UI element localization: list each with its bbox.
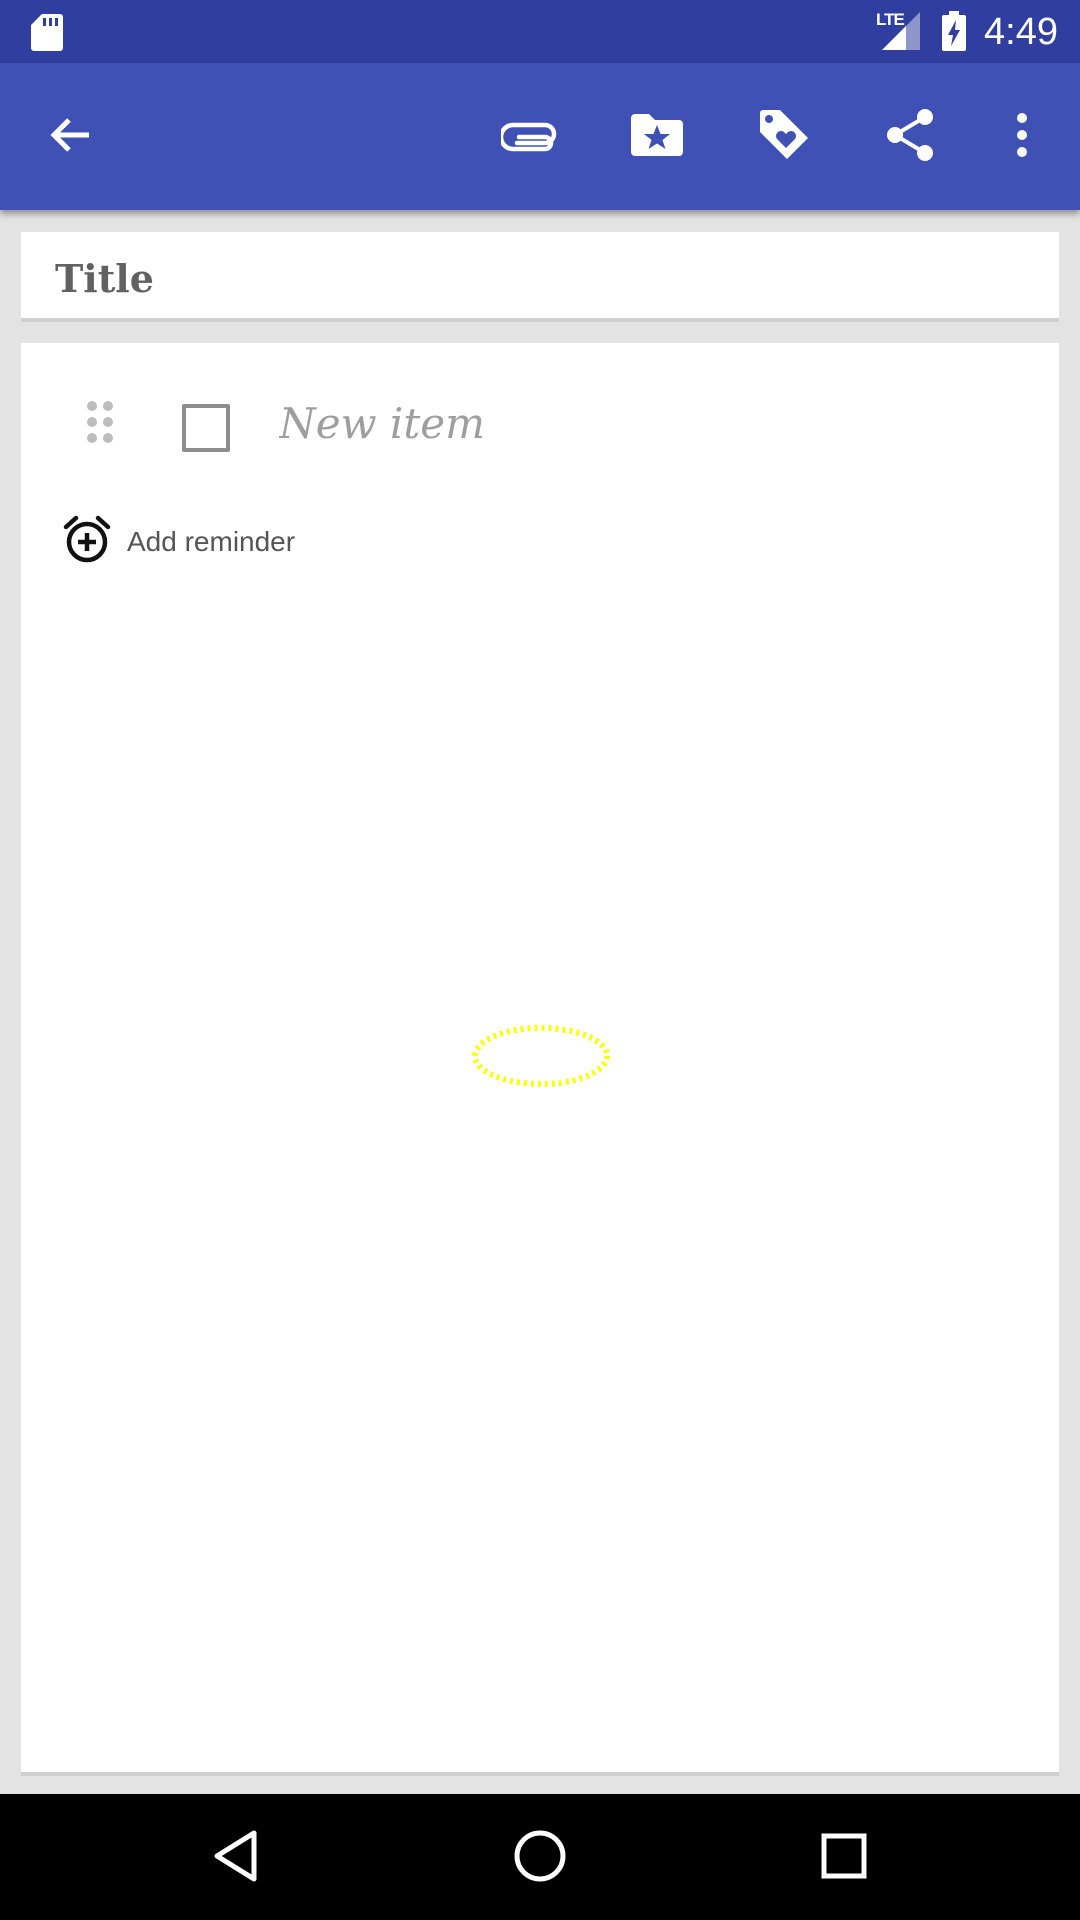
add-reminder-button[interactable]: Add reminder (63, 515, 295, 569)
folder-star-icon (629, 112, 685, 163)
touch-indicator (470, 1021, 612, 1096)
title-card (21, 232, 1059, 322)
nav-home-button[interactable] (504, 1822, 576, 1894)
system-nav-bar (0, 1794, 1080, 1920)
status-bar: LTE 4:49 (0, 0, 1080, 63)
tag-heart-icon (756, 107, 812, 168)
signal-icon (880, 10, 922, 57)
recents-square-icon (820, 1832, 868, 1885)
nav-back-button[interactable] (200, 1822, 272, 1894)
attach-button[interactable] (494, 101, 566, 173)
status-clock: 4:49 (984, 11, 1058, 53)
title-input[interactable] (55, 254, 1015, 302)
category-button[interactable] (621, 101, 693, 173)
tag-button[interactable] (748, 101, 820, 173)
more-options-button[interactable] (986, 101, 1058, 173)
app-toolbar (0, 63, 1080, 210)
alarm-add-icon (63, 515, 111, 570)
share-icon (885, 107, 937, 168)
more-vert-icon (1016, 112, 1028, 163)
battery-charging-icon (940, 11, 968, 56)
share-button[interactable] (875, 101, 947, 173)
attachment-icon (498, 115, 559, 160)
sd-card-icon (30, 12, 64, 57)
nav-recents-button[interactable] (808, 1822, 880, 1894)
new-item-input[interactable] (279, 393, 979, 453)
back-triangle-icon (212, 1829, 260, 1888)
home-circle-icon (513, 1829, 567, 1888)
item-checkbox[interactable] (182, 404, 230, 452)
checklist-card: Add reminder (21, 343, 1059, 1776)
back-arrow-icon (45, 110, 95, 165)
drag-handle-icon[interactable] (85, 399, 115, 452)
add-reminder-label: Add reminder (127, 526, 296, 557)
back-button[interactable] (34, 101, 106, 173)
